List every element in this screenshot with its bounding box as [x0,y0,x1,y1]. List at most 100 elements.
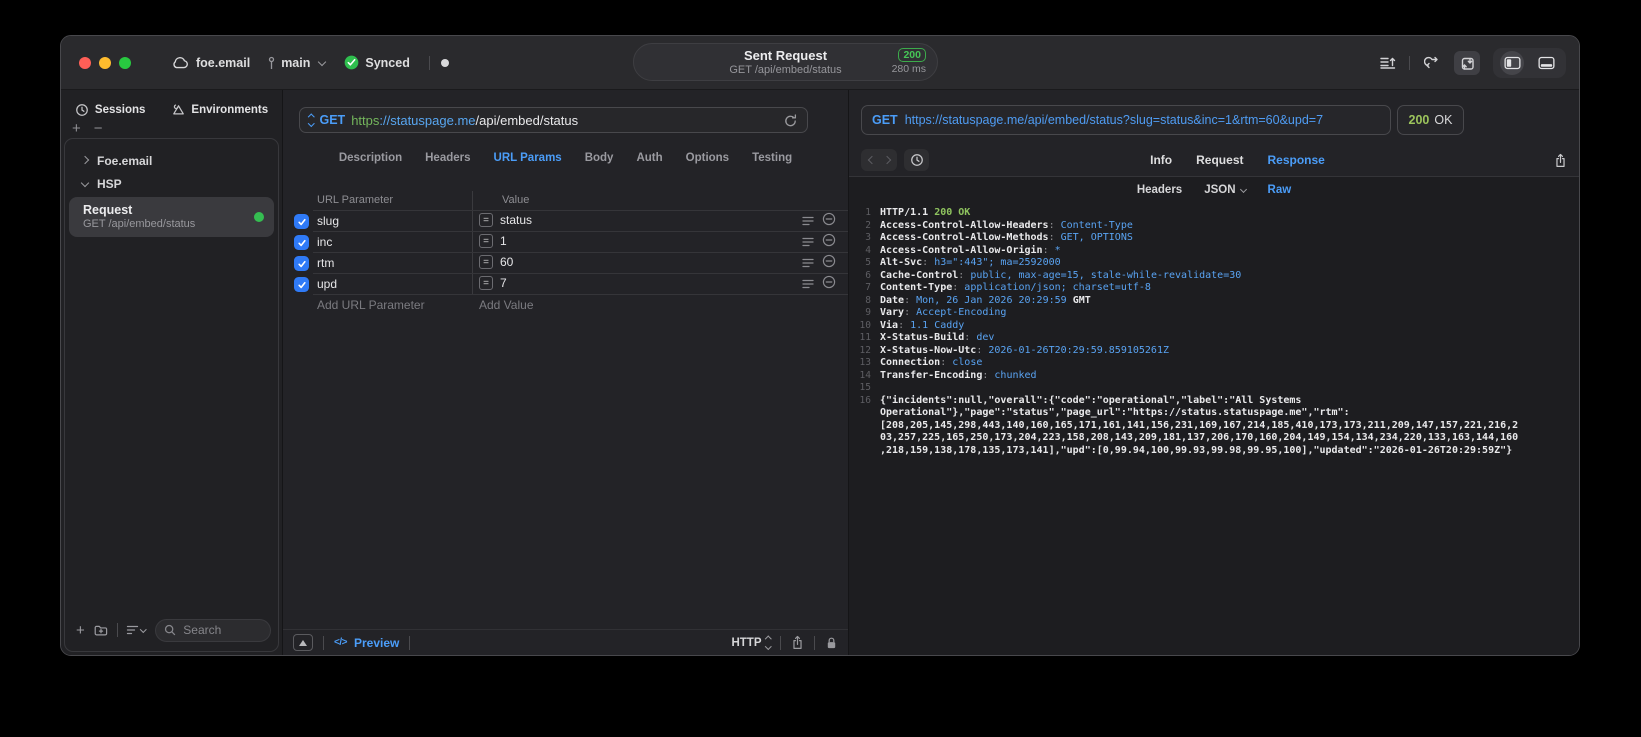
updown-arrows-icon [764,636,771,649]
remove-row-icon[interactable] [822,212,836,231]
param-value-field[interactable]: 7 [500,276,507,290]
remove-row-icon[interactable] [822,275,836,294]
history-icon[interactable] [904,149,929,171]
resend-request-icon[interactable] [783,113,798,128]
subtab-json[interactable]: JSON [1204,184,1247,196]
subtab-raw[interactable]: Raw [1268,184,1292,196]
url-path: /api/embed/status [475,112,579,128]
param-name-field[interactable]: inc [317,235,332,249]
method-selector-icon[interactable] [308,113,315,127]
request-list-item[interactable]: Request GET /api/embed/status [69,197,274,237]
row-menu-icon[interactable] [802,213,814,231]
search-icon [165,624,176,636]
tab-environments[interactable]: Environments [171,103,268,117]
tree-item-hsp[interactable]: HSP [65,172,278,195]
add-param-value-placeholder[interactable]: Add Value [479,298,534,312]
collapse-panel-button[interactable] [293,634,313,651]
tab-description[interactable]: Description [339,152,402,164]
code-segment: : [940,357,953,368]
subtab-headers[interactable]: Headers [1137,184,1182,196]
toggle-sidebar-icon[interactable] [1500,50,1524,75]
tab-headers[interactable]: Headers [425,152,470,164]
add-folder-button[interactable] [93,623,109,637]
code-segment: {"incidents":null,"overall":{"code":"ope… [880,394,1519,456]
history-nav-buttons [861,149,897,171]
code-segment: : [904,294,917,306]
protocol-label: HTTP [731,636,762,649]
param-value-field[interactable]: 60 [500,255,513,269]
tab-body[interactable]: Body [585,152,614,164]
tab-url-params[interactable]: URL Params [494,152,562,164]
sync-loop-icon[interactable] [1419,51,1445,75]
close-button[interactable] [79,56,91,69]
sent-request-status: 200 280 ms [892,48,926,75]
sent-request-banner[interactable]: Sent Request GET /api/embed/status 200 2… [633,43,938,81]
protocol-selector[interactable]: HTTP [731,636,771,649]
export-list-icon[interactable] [1374,51,1400,75]
add-item-button[interactable]: + [72,121,81,137]
param-enabled-checkbox[interactable] [294,235,309,250]
tab-sessions[interactable]: Sessions [75,103,145,117]
sync-status: Synced [344,55,410,70]
code-segment: Content-Type [1060,219,1133,231]
equals-icon: = [479,276,493,290]
code-segment: HTTP/1.1 [880,207,935,218]
code-segment: : [952,282,965,293]
tab-request[interactable]: Request [1196,153,1243,167]
line-content: Access-Control-Allow-Headers: Content-Ty… [880,220,1133,233]
param-enabled-checkbox[interactable] [294,214,309,229]
branch-icon [269,56,275,69]
add-param-row[interactable]: Add URL Parameter Add Value [283,295,848,316]
param-name-field[interactable]: rtm [317,256,334,270]
code-segment: application/json; charset=utf-8 [964,282,1151,293]
tree-item-foe-email[interactable]: Foe.email [65,149,278,172]
search-box[interactable] [155,618,271,642]
search-input[interactable] [181,622,262,638]
sort-menu-button[interactable] [126,624,147,636]
chevron-down-icon [308,120,315,127]
maximize-button[interactable] [119,56,131,69]
row-menu-icon[interactable] [802,234,814,252]
chevron-down-icon [139,625,147,633]
tab-response[interactable]: Response [1267,153,1324,167]
line-number: 12 [859,344,871,356]
param-value-field[interactable]: 1 [500,234,507,248]
add-request-button[interactable]: + [76,623,85,638]
param-enabled-checkbox[interactable] [294,256,309,271]
share-icon[interactable] [791,635,804,650]
tab-auth[interactable]: Auth [636,152,662,164]
remove-row-icon[interactable] [822,233,836,252]
tab-testing[interactable]: Testing [752,152,792,164]
tab-options[interactable]: Options [686,152,729,164]
minimize-button[interactable] [99,56,111,69]
tab-info[interactable]: Info [1150,153,1172,167]
param-enabled-checkbox[interactable] [294,277,309,292]
request-url-bar[interactable]: GET https://statuspage.me/api/embed/stat… [299,107,808,133]
param-value-field[interactable]: status [500,213,532,227]
preview-button[interactable]: </> Preview [334,636,399,650]
add-param-name-placeholder[interactable]: Add URL Parameter [317,298,425,312]
import-export-icon[interactable] [1454,50,1480,75]
remove-row-icon[interactable] [822,254,836,273]
line-number: 14 [859,369,871,381]
branch-selector[interactable]: main [267,56,327,70]
toggle-bottom-panel-icon[interactable] [1533,51,1559,75]
response-url-box[interactable]: GET https://statuspage.me/api/embed/stat… [861,105,1391,135]
remove-item-button[interactable]: − [94,121,103,137]
lock-icon[interactable] [825,636,838,650]
code-segment: dev [976,332,995,343]
line-number: 13 [859,357,871,368]
row-menu-icon[interactable] [802,276,814,294]
row-menu-icon[interactable] [802,255,814,273]
export-response-icon[interactable] [1554,153,1567,168]
request-method: GET [319,113,346,127]
line-number: 5 [865,257,871,268]
code-segment: X-Status-Now-Utc [880,344,977,356]
param-name-field[interactable]: slug [317,214,339,228]
back-button[interactable] [864,155,879,165]
footer-divider [323,635,324,650]
code-segment: Transfer-Encoding [880,369,983,381]
forward-button[interactable] [879,155,894,165]
param-name-field[interactable]: upd [317,277,337,291]
code-segment: : [904,307,917,318]
